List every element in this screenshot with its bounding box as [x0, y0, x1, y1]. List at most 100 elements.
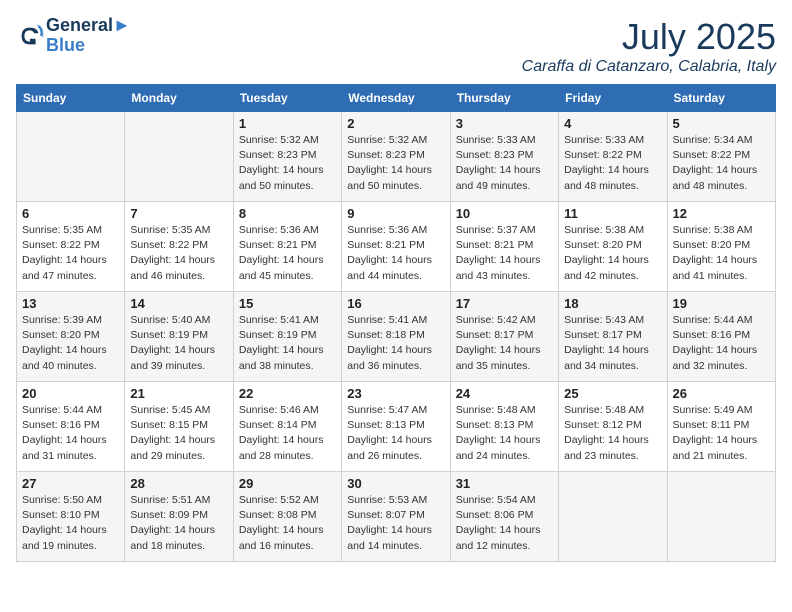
calendar-cell — [667, 472, 775, 562]
column-header-friday: Friday — [559, 85, 667, 112]
day-info: Sunrise: 5:50 AM Sunset: 8:10 PM Dayligh… — [22, 493, 119, 554]
day-number: 24 — [456, 386, 553, 401]
day-number: 12 — [673, 206, 770, 221]
page-header: General► Blue July 2025 Caraffa di Catan… — [16, 16, 776, 76]
calendar-cell: 7Sunrise: 5:35 AM Sunset: 8:22 PM Daylig… — [125, 202, 233, 292]
title-block: July 2025 Caraffa di Catanzaro, Calabria… — [522, 16, 776, 76]
day-info: Sunrise: 5:40 AM Sunset: 8:19 PM Dayligh… — [130, 313, 227, 374]
calendar-cell: 20Sunrise: 5:44 AM Sunset: 8:16 PM Dayli… — [17, 382, 125, 472]
calendar-cell: 12Sunrise: 5:38 AM Sunset: 8:20 PM Dayli… — [667, 202, 775, 292]
calendar-cell: 13 Sunrise: 5:39 AM Sunset: 8:20 PM Dayli… — [17, 292, 125, 382]
day-number: 14 — [130, 296, 227, 311]
day-number: 28 — [130, 476, 227, 491]
calendar-cell: 18 Sunrise: 5:43 AM Sunset: 8:17 PM Dayli… — [559, 292, 667, 382]
day-number: 4 — [564, 116, 661, 131]
day-number: 1 — [239, 116, 336, 131]
calendar-cell: 21 Sunrise: 5:45 AM Sunset: 8:15 PM Dayli… — [125, 382, 233, 472]
calendar-week-4: 20Sunrise: 5:44 AM Sunset: 8:16 PM Dayli… — [17, 382, 776, 472]
logo-text: General► Blue — [46, 16, 131, 56]
day-number: 26 — [673, 386, 770, 401]
calendar-cell: 1Sunrise: 5:32 AM Sunset: 8:23 PM Daylig… — [233, 112, 341, 202]
calendar-cell: 8 Sunrise: 5:36 AM Sunset: 8:21 PM Daylig… — [233, 202, 341, 292]
day-info: Sunrise: 5:54 AM Sunset: 8:06 PM Dayligh… — [456, 493, 553, 554]
day-info: Sunrise: 5:49 AM Sunset: 8:11 PM Dayligh… — [673, 403, 770, 464]
day-number: 9 — [347, 206, 444, 221]
calendar-cell: 24Sunrise: 5:48 AM Sunset: 8:13 PM Dayli… — [450, 382, 558, 472]
day-info: Sunrise: 5:45 AM Sunset: 8:15 PM Dayligh… — [130, 403, 227, 464]
calendar-cell: 29 Sunrise: 5:52 AM Sunset: 8:08 PM Dayli… — [233, 472, 341, 562]
calendar-cell: 28 Sunrise: 5:51 AM Sunset: 8:09 PM Dayli… — [125, 472, 233, 562]
day-info: Sunrise: 5:33 AM Sunset: 8:22 PM Dayligh… — [564, 133, 661, 194]
day-number: 13 — [22, 296, 119, 311]
calendar-cell: 2 Sunrise: 5:32 AM Sunset: 8:23 PM Daylig… — [342, 112, 450, 202]
day-number: 22 — [239, 386, 336, 401]
calendar-cell: 3Sunrise: 5:33 AM Sunset: 8:23 PM Daylig… — [450, 112, 558, 202]
location-title: Caraffa di Catanzaro, Calabria, Italy — [522, 58, 776, 76]
day-number: 23 — [347, 386, 444, 401]
day-info: Sunrise: 5:42 AM Sunset: 8:17 PM Dayligh… — [456, 313, 553, 374]
day-number: 7 — [130, 206, 227, 221]
logo-icon — [16, 22, 44, 50]
calendar-cell: 15 Sunrise: 5:41 AM Sunset: 8:19 PM Dayli… — [233, 292, 341, 382]
day-number: 3 — [456, 116, 553, 131]
calendar-cell: 9 Sunrise: 5:36 AM Sunset: 8:21 PM Daylig… — [342, 202, 450, 292]
day-number: 16 — [347, 296, 444, 311]
day-number: 17 — [456, 296, 553, 311]
day-info: Sunrise: 5:35 AM Sunset: 8:22 PM Dayligh… — [22, 223, 119, 284]
calendar-cell: 10 Sunrise: 5:37 AM Sunset: 8:21 PM Dayli… — [450, 202, 558, 292]
day-info: Sunrise: 5:37 AM Sunset: 8:21 PM Dayligh… — [456, 223, 553, 284]
column-header-thursday: Thursday — [450, 85, 558, 112]
column-header-wednesday: Wednesday — [342, 85, 450, 112]
day-number: 27 — [22, 476, 119, 491]
calendar-week-2: 6 Sunrise: 5:35 AM Sunset: 8:22 PM Daylig… — [17, 202, 776, 292]
day-info: Sunrise: 5:47 AM Sunset: 8:13 PM Dayligh… — [347, 403, 444, 464]
day-info: Sunrise: 5:52 AM Sunset: 8:08 PM Dayligh… — [239, 493, 336, 554]
day-info: Sunrise: 5:32 AM Sunset: 8:23 PM Dayligh… — [347, 133, 444, 194]
calendar-cell: 22 Sunrise: 5:46 AM Sunset: 8:14 PM Dayli… — [233, 382, 341, 472]
calendar-cell: 14 Sunrise: 5:40 AM Sunset: 8:19 PM Dayli… — [125, 292, 233, 382]
calendar-table: SundayMondayTuesdayWednesdayThursdayFrid… — [16, 84, 776, 562]
calendar-cell: 23 Sunrise: 5:47 AM Sunset: 8:13 PM Dayli… — [342, 382, 450, 472]
day-number: 8 — [239, 206, 336, 221]
calendar-cell: 11Sunrise: 5:38 AM Sunset: 8:20 PM Dayli… — [559, 202, 667, 292]
calendar-cell: 4 Sunrise: 5:33 AM Sunset: 8:22 PM Daylig… — [559, 112, 667, 202]
calendar-cell: 26 Sunrise: 5:49 AM Sunset: 8:11 PM Dayli… — [667, 382, 775, 472]
month-title: July 2025 — [522, 16, 776, 58]
day-info: Sunrise: 5:43 AM Sunset: 8:17 PM Dayligh… — [564, 313, 661, 374]
day-number: 31 — [456, 476, 553, 491]
day-number: 2 — [347, 116, 444, 131]
calendar-week-3: 13 Sunrise: 5:39 AM Sunset: 8:20 PM Dayli… — [17, 292, 776, 382]
day-info: Sunrise: 5:36 AM Sunset: 8:21 PM Dayligh… — [239, 223, 336, 284]
calendar-cell: 17 Sunrise: 5:42 AM Sunset: 8:17 PM Dayli… — [450, 292, 558, 382]
day-info: Sunrise: 5:39 AM Sunset: 8:20 PM Dayligh… — [22, 313, 119, 374]
column-header-monday: Monday — [125, 85, 233, 112]
day-number: 5 — [673, 116, 770, 131]
calendar-cell: 16 Sunrise: 5:41 AM Sunset: 8:18 PM Dayli… — [342, 292, 450, 382]
day-number: 6 — [22, 206, 119, 221]
day-number: 25 — [564, 386, 661, 401]
day-number: 20 — [22, 386, 119, 401]
calendar-cell: 27 Sunrise: 5:50 AM Sunset: 8:10 PM Dayli… — [17, 472, 125, 562]
day-info: Sunrise: 5:34 AM Sunset: 8:22 PM Dayligh… — [673, 133, 770, 194]
day-number: 19 — [673, 296, 770, 311]
day-number: 30 — [347, 476, 444, 491]
day-number: 15 — [239, 296, 336, 311]
day-number: 10 — [456, 206, 553, 221]
calendar-cell: 6 Sunrise: 5:35 AM Sunset: 8:22 PM Daylig… — [17, 202, 125, 292]
day-info: Sunrise: 5:41 AM Sunset: 8:19 PM Dayligh… — [239, 313, 336, 374]
day-number: 18 — [564, 296, 661, 311]
calendar-cell: 5 Sunrise: 5:34 AM Sunset: 8:22 PM Daylig… — [667, 112, 775, 202]
day-info: Sunrise: 5:51 AM Sunset: 8:09 PM Dayligh… — [130, 493, 227, 554]
day-info: Sunrise: 5:46 AM Sunset: 8:14 PM Dayligh… — [239, 403, 336, 464]
calendar-cell: 19 Sunrise: 5:44 AM Sunset: 8:16 PM Dayli… — [667, 292, 775, 382]
day-number: 29 — [239, 476, 336, 491]
day-info: Sunrise: 5:53 AM Sunset: 8:07 PM Dayligh… — [347, 493, 444, 554]
day-number: 11 — [564, 206, 661, 221]
calendar-cell — [125, 112, 233, 202]
day-info: Sunrise: 5:44 AM Sunset: 8:16 PM Dayligh… — [673, 313, 770, 374]
day-info: Sunrise: 5:36 AM Sunset: 8:21 PM Dayligh… — [347, 223, 444, 284]
calendar-cell — [17, 112, 125, 202]
day-number: 21 — [130, 386, 227, 401]
column-header-saturday: Saturday — [667, 85, 775, 112]
day-info: Sunrise: 5:41 AM Sunset: 8:18 PM Dayligh… — [347, 313, 444, 374]
